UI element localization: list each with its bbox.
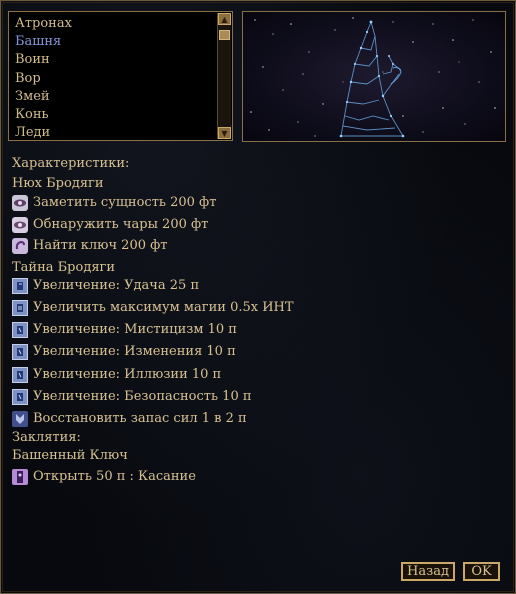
ability-effect-label: Увеличение: Иллюзии 10 п — [33, 367, 222, 382]
ability-effect: Увеличение: Иллюзии 10 п — [12, 365, 221, 385]
power-effect-label: Найти ключ 200 фт — [33, 238, 168, 253]
ability-effect-label: Увеличение: Удача 25 п — [33, 278, 200, 293]
power-effect: Найти ключ 200 фт — [12, 236, 167, 256]
detect-creature-icon — [12, 195, 28, 211]
scroll-thumb[interactable] — [219, 30, 230, 40]
ability-effect: Восстановить запас сил 1 в 2 п — [12, 409, 247, 429]
open-lock-icon — [12, 469, 28, 485]
list-scrollbar[interactable]: ▲ ▼ — [217, 13, 231, 139]
ok-button[interactable]: OK — [463, 562, 500, 581]
scroll-up-arrow-icon[interactable]: ▲ — [218, 13, 231, 25]
birthsign-item[interactable]: Вор — [15, 70, 232, 88]
spell-effect: Открыть 50 п : Касание — [12, 467, 196, 487]
ability-effect-label: Восстановить запас сил 1 в 2 п — [33, 411, 247, 426]
fortify-skill-icon — [12, 367, 28, 383]
ability-effect: Увеличить максимум магии 0.5х ИНТ — [12, 298, 294, 318]
power-title: Нюх Бродяги — [12, 176, 104, 191]
ability-effect: Увеличение: Безопасность 10 п — [12, 387, 252, 407]
fortify-attribute-icon — [12, 278, 28, 294]
ability-effect: Увеличение: Изменения 10 п — [12, 342, 236, 362]
power-effect: Обнаружить чары 200 фт — [12, 215, 208, 235]
birthsign-item[interactable]: Конь — [15, 106, 232, 124]
spell-effect-label: Открыть 50 п : Касание — [33, 469, 196, 484]
birthsign-list[interactable]: Атронах Башня Воин Вор Змей Конь Леди ▲ … — [8, 11, 233, 141]
birthsign-item[interactable]: Воин — [15, 51, 232, 69]
ability-effect-label: Увеличение: Изменения 10 п — [33, 344, 236, 359]
back-button[interactable]: Назад — [401, 562, 455, 581]
detect-enchantment-icon — [12, 217, 28, 233]
restore-fatigue-icon — [12, 411, 28, 427]
fortify-skill-icon — [12, 344, 28, 360]
power-effect-label: Обнаружить чары 200 фт — [33, 217, 209, 232]
tower-constellation-icon — [250, 17, 496, 138]
ability-effect-label: Увеличение: Мистицизм 10 п — [33, 322, 237, 337]
characteristics-label: Характеристики: — [12, 156, 130, 171]
power-effect: Заметить сущность 200 фт — [12, 193, 216, 213]
birthsign-item[interactable]: Змей — [15, 88, 232, 106]
spells-label: Заклятия: — [12, 430, 81, 445]
ability-effect: Увеличение: Мистицизм 10 п — [12, 320, 237, 340]
birthsign-list-items: Атронах Башня Воин Вор Змей Конь Леди — [9, 12, 232, 142]
birthsign-item[interactable]: Атронах — [15, 15, 232, 33]
scroll-down-arrow-icon[interactable]: ▼ — [218, 127, 231, 139]
fortify-magicka-icon — [12, 300, 28, 316]
power-effect-label: Заметить сущность 200 фт — [33, 195, 217, 210]
ability-title: Тайна Бродяги — [12, 260, 116, 275]
constellation-image — [242, 11, 506, 142]
fortify-skill-icon — [12, 389, 28, 405]
birthsign-item-selected[interactable]: Башня — [15, 33, 232, 51]
ability-effect: Увеличение: Удача 25 п — [12, 276, 199, 296]
birthsign-item[interactable]: Леди — [15, 124, 232, 142]
spell-title: Башенный Ключ — [12, 448, 128, 463]
detect-key-icon — [12, 238, 28, 254]
ability-effect-label: Увеличение: Безопасность 10 п — [33, 389, 252, 404]
ability-effect-label: Увеличить максимум магии 0.5х ИНТ — [33, 300, 294, 315]
fortify-skill-icon — [12, 322, 28, 338]
